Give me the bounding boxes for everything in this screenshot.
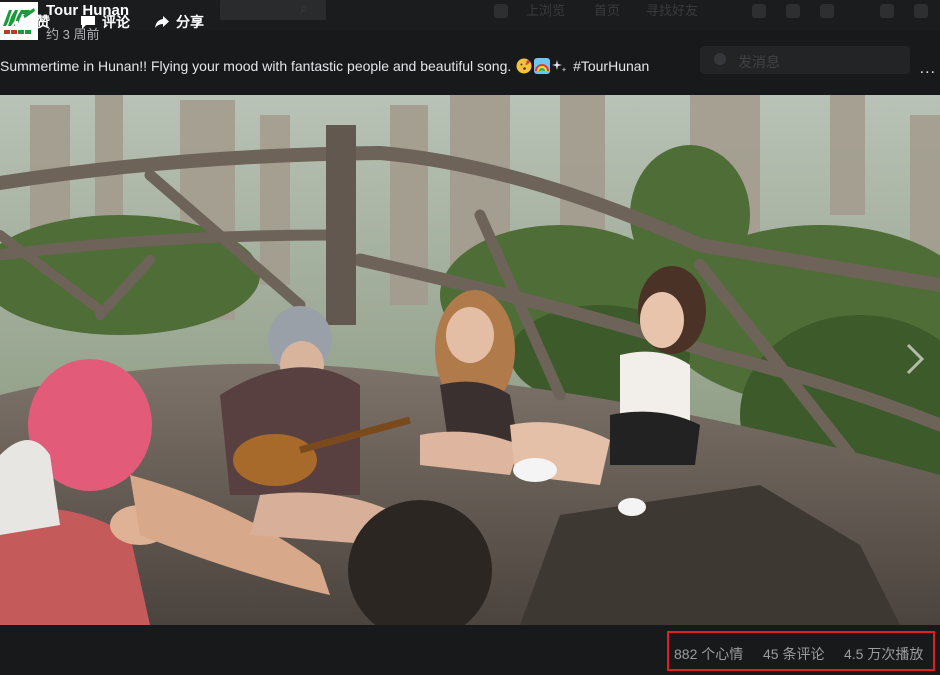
sparkles-emoji-icon	[552, 60, 567, 72]
background-nav-browse: 上浏览	[526, 3, 566, 18]
more-options-button[interactable]: ...	[920, 60, 936, 78]
caption-text: Summertime in Hunan!! Flying your mood w…	[0, 58, 512, 74]
search-icon: ⌕	[300, 0, 308, 16]
background-help-icon	[880, 4, 894, 18]
share-button[interactable]: 分享	[154, 12, 204, 32]
background-messages-icon	[786, 4, 800, 18]
post-video[interactable]	[0, 95, 940, 625]
rainbow-emoji-icon	[534, 58, 551, 74]
background-friends-icon	[752, 4, 766, 18]
background-avatar-icon	[494, 4, 508, 18]
background-nav-home: 首页	[594, 3, 621, 18]
hashtag-link[interactable]: #TourHunan	[573, 58, 649, 74]
comment-label: 评论	[102, 14, 130, 30]
comments-count-link[interactable]: 45 条评论	[763, 644, 824, 664]
comment-button[interactable]: 评论	[80, 12, 130, 32]
views-count: 4.5 万次播放	[844, 646, 924, 662]
share-label: 分享	[176, 14, 204, 30]
post-caption: Summertime in Hunan!! Flying your mood w…	[0, 58, 649, 74]
background-search: ⌕	[220, 0, 326, 20]
thumbs-up-icon	[15, 15, 29, 29]
share-arrow-icon	[155, 16, 169, 28]
background-menu-icon	[914, 4, 928, 18]
reactions-count-link[interactable]: 882 个心情	[674, 644, 743, 664]
video-frame	[0, 95, 940, 625]
chevron-right-icon[interactable]	[904, 341, 926, 377]
comment-icon	[81, 16, 95, 29]
background-notifications-icon	[820, 4, 834, 18]
background-nav-friends: 寻找好友	[646, 3, 699, 18]
like-label: 赞	[36, 14, 50, 30]
background-message-button: 发消息	[700, 46, 910, 74]
like-button[interactable]: 赞	[14, 12, 50, 32]
kiss-emoji-icon	[516, 58, 532, 74]
